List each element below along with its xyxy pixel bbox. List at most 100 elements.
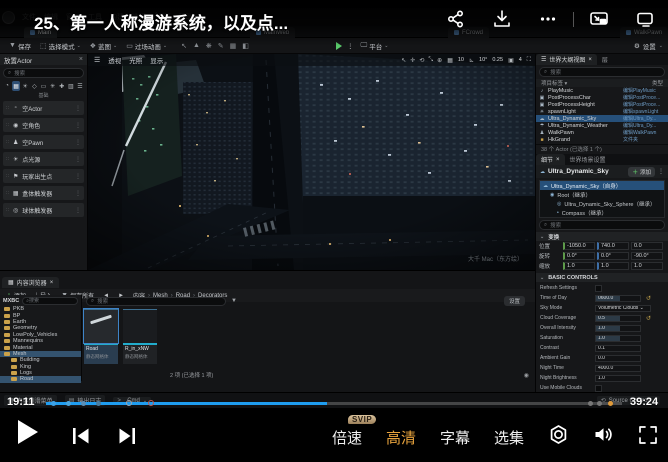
cb-sources-label[interactable]: MXBC xyxy=(3,298,19,304)
gizmo-icon[interactable]: ⊕ xyxy=(437,57,442,64)
progress-marker[interactable] xyxy=(588,401,593,406)
cb-tree-search-input[interactable]: ⌕搜索 xyxy=(22,297,78,305)
outliner-row[interactable]: ☀ spawnLight 编辑spawnLight xyxy=(536,108,668,115)
cb-settings-button[interactable]: 设置 xyxy=(504,296,525,306)
outliner-row[interactable]: ☂ Ultra_Dynamic_Weather 编辑Ultra_Dy... xyxy=(536,122,668,129)
tab-world-settings[interactable]: 世界场景设置 xyxy=(565,154,611,165)
property-value-field[interactable]: 4000.0 xyxy=(595,365,641,372)
fullscreen-button[interactable] xyxy=(638,425,658,450)
tab-content-browser[interactable]: ▦内容浏览器× xyxy=(2,277,59,288)
pip-button[interactable] xyxy=(576,10,622,28)
quality-button[interactable]: 高清 xyxy=(386,427,416,448)
playback-speed-button[interactable]: 倍速SVIP xyxy=(332,427,362,448)
next-episode-button[interactable] xyxy=(117,427,136,450)
reset-to-default-icon[interactable]: ↺ xyxy=(646,315,651,322)
progress-marker[interactable] xyxy=(81,401,86,406)
folder-row[interactable]: Road xyxy=(0,376,81,382)
z-value-field[interactable]: 1.0 xyxy=(631,262,663,270)
collapse-icon[interactable]: ⌄ xyxy=(540,234,544,240)
category-icon[interactable]: ◇ xyxy=(30,81,38,91)
episodes-button[interactable]: 选集 xyxy=(494,427,524,448)
gizmo-icon[interactable]: ⤡ xyxy=(428,57,433,64)
scale-snap-value[interactable]: 0.25 xyxy=(492,57,503,63)
lit-dropdown[interactable]: 光照 xyxy=(129,55,142,65)
category-icon[interactable]: ☰ xyxy=(76,81,84,91)
share-button[interactable] xyxy=(433,10,479,28)
close-icon[interactable]: × xyxy=(50,280,54,286)
place-actor-item[interactable]: ∷ ◉ 空角色 ⋮ xyxy=(3,118,84,132)
place-actor-item[interactable]: ∷ ♟ 空Pawn ⋮ xyxy=(3,135,84,149)
category-icon[interactable]: ✚ xyxy=(58,81,66,91)
x-value-field[interactable]: -1050.0 xyxy=(563,242,595,250)
more-options-button[interactable] xyxy=(525,10,571,28)
property-value-field[interactable]: 1.0 xyxy=(595,375,641,382)
component-row[interactable]: • Compass（继承） xyxy=(540,208,664,217)
category-icon[interactable]: ◔ xyxy=(3,81,11,91)
x-value-field[interactable]: 1.0 xyxy=(563,262,595,270)
previous-episode-button[interactable] xyxy=(72,427,91,450)
collapse-icon[interactable]: ⌄ xyxy=(540,275,544,281)
y-value-field[interactable]: 740.0 xyxy=(597,242,629,250)
progress-marker[interactable] xyxy=(66,401,71,406)
volume-button[interactable] xyxy=(593,424,614,450)
tab-world-outliner[interactable]: ☰世界大纲视图× xyxy=(536,54,597,65)
place-actor-item[interactable]: ∷ ▦ 盒体触发器 ⋮ xyxy=(3,186,84,200)
play-button[interactable] xyxy=(18,420,38,444)
add-component-button[interactable]: ＋添加 xyxy=(628,167,655,177)
property-value-field[interactable]: 1.0 xyxy=(595,325,641,332)
outliner-row[interactable]: ♪ PlayMusic 编辑PlayMusic xyxy=(536,87,668,94)
category-icon[interactable]: ✳ xyxy=(49,81,57,91)
y-value-field[interactable]: 1.0 xyxy=(597,262,629,270)
level-viewport[interactable]: ☰ 透视 光照 显示 ↖✛⟲⤡⊕ ▦10 ⊾10° 0.25 ▣4 ⛶ 大 xyxy=(88,54,535,270)
tab-layers[interactable]: 层 xyxy=(597,54,613,65)
maximize-viewport-icon[interactable]: ⛶ xyxy=(527,57,531,64)
place-actor-item[interactable]: ∷ ⚑ 玩家出生点 ⋮ xyxy=(3,169,84,183)
category-icon[interactable]: ☀ xyxy=(21,81,29,91)
place-actor-item[interactable]: ∷ ☀ 点光源 ⋮ xyxy=(3,152,84,166)
grid-snap-icon[interactable]: ▦ xyxy=(447,57,453,64)
gizmo-icon[interactable]: ↖ xyxy=(401,57,406,64)
category-icon[interactable]: ▭ xyxy=(40,81,48,91)
property-value-field[interactable]: 0600.0 xyxy=(595,295,641,302)
property-value-field[interactable]: 0.0 xyxy=(595,355,641,362)
progress-bar[interactable] xyxy=(46,402,622,405)
tab-details[interactable]: 细节× xyxy=(536,154,565,165)
asset-tile[interactable]: Road 静态网格体 xyxy=(84,309,118,364)
z-value-field[interactable]: 0.0 xyxy=(631,242,663,250)
outliner-col-type[interactable]: 类型 xyxy=(652,79,663,87)
filter-icon[interactable]: ▼ xyxy=(231,298,237,304)
details-search-input[interactable]: ⌕ 搜索 xyxy=(539,220,665,230)
property-value-field[interactable]: 1.0 xyxy=(595,335,641,342)
close-icon[interactable]: × xyxy=(588,57,592,63)
show-dropdown[interactable]: 显示 xyxy=(150,55,163,65)
outliner-row[interactable]: ■ HkGrand 文件夹 xyxy=(536,136,668,143)
cast-button[interactable] xyxy=(622,10,668,28)
component-row[interactable]: ☁ Ultra_Dynamic_Sky（自身） xyxy=(540,181,664,190)
close-icon[interactable]: × xyxy=(556,157,560,163)
property-value-field[interactable] xyxy=(595,385,602,392)
outliner-row[interactable]: ▣ PostProcessHeight 编辑PostProce... xyxy=(536,101,668,108)
gizmo-icon[interactable]: ⟲ xyxy=(419,57,424,64)
reset-to-default-icon[interactable]: ↺ xyxy=(646,295,651,302)
progress-marker[interactable] xyxy=(96,401,101,406)
rotation-snap-value[interactable]: 10° xyxy=(479,57,487,63)
view-options-icon[interactable]: ◉ xyxy=(524,372,529,379)
outliner-search-input[interactable]: ⌕ 搜索 xyxy=(539,67,665,77)
category-icon[interactable]: ▥ xyxy=(67,81,75,91)
viewport-menu-icon[interactable]: ☰ xyxy=(94,56,100,64)
outliner-row[interactable]: ▣ PostProcessChar 编辑PostProce... xyxy=(536,94,668,101)
category-icon[interactable]: ▦ xyxy=(12,81,20,91)
download-button[interactable] xyxy=(479,10,525,28)
player-settings-button[interactable] xyxy=(548,424,569,450)
property-value-field[interactable]: 0.1 xyxy=(595,345,641,352)
camera-speed-icon[interactable]: ▣ xyxy=(508,57,514,64)
place-actors-search-input[interactable]: ⌕ 搜索 xyxy=(3,68,84,78)
x-value-field[interactable]: 0.0° xyxy=(563,252,595,260)
place-actor-item[interactable]: ∷ ◎ 球体触发器 ⋮ xyxy=(3,203,84,217)
component-row[interactable]: ◉ Root（继承） xyxy=(540,190,664,199)
details-options-icon[interactable]: ⋮ xyxy=(658,168,664,175)
rotation-snap-icon[interactable]: ⊾ xyxy=(469,57,474,64)
subtitles-button[interactable]: 字幕 xyxy=(440,427,470,448)
progress-marker[interactable] xyxy=(608,401,613,406)
outliner-row[interactable]: ♟ WalkPawn 编辑WalkPawn xyxy=(536,129,668,136)
